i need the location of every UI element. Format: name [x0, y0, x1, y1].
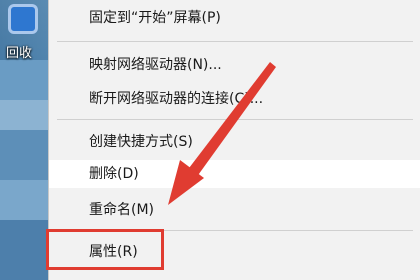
menu-item-properties[interactable]: 属性(R)	[49, 238, 420, 266]
menu-separator	[57, 119, 413, 120]
menu-item-map-network-drive[interactable]: 映射网络驱动器(N)...	[49, 51, 420, 79]
menu-item-delete[interactable]: 删除(D)	[49, 160, 420, 188]
menu-separator	[57, 41, 413, 42]
menu-separator	[57, 230, 413, 231]
recycle-bin-icon[interactable]	[8, 4, 38, 34]
menu-item-rename[interactable]: 重命名(M)	[49, 196, 420, 224]
context-menu: 固定到“开始”屏幕(P) 映射网络驱动器(N)... 断开网络驱动器的连接(C)…	[48, 0, 420, 280]
desktop-blur-block	[0, 180, 48, 220]
menu-item-create-shortcut[interactable]: 创建快捷方式(S)	[49, 128, 420, 156]
desktop-blur-block	[0, 60, 48, 100]
menu-item-disconnect-network-drive[interactable]: 断开网络驱动器的连接(C)...	[49, 85, 420, 113]
desktop-icon-label[interactable]: 回收	[6, 42, 32, 61]
desktop-blur-block	[0, 220, 48, 280]
menu-item-pin-to-start[interactable]: 固定到“开始”屏幕(P)	[49, 4, 420, 32]
desktop-blur-block	[0, 100, 48, 130]
desktop-blur-block	[0, 130, 48, 180]
